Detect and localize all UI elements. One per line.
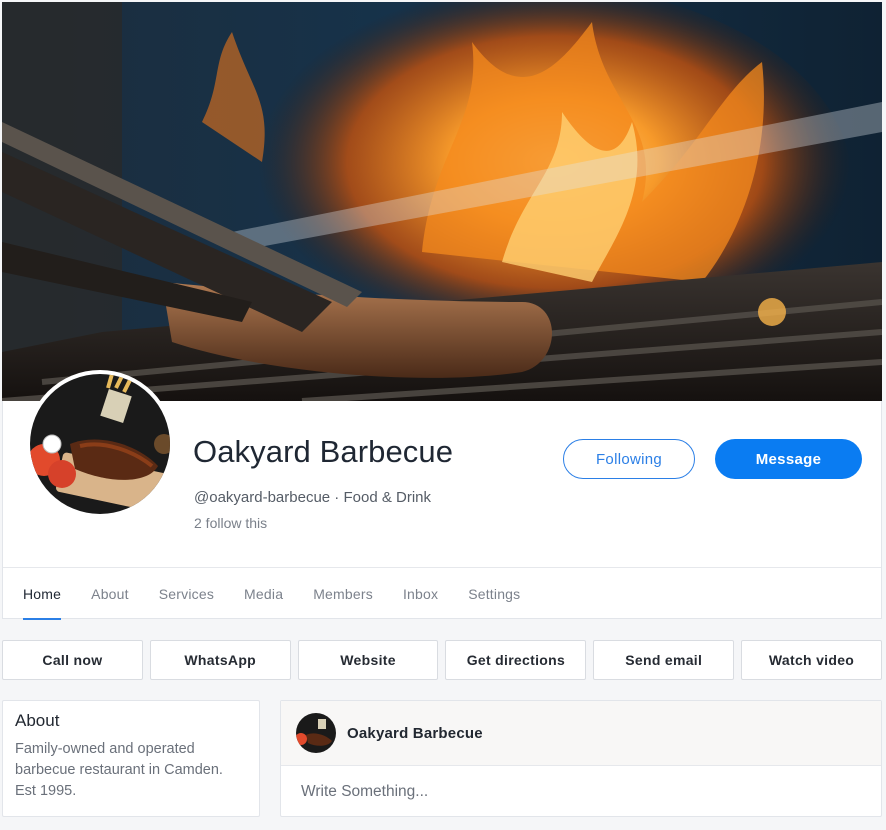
composer-header: Oakyard Barbecue xyxy=(281,701,881,766)
composer-avatar xyxy=(296,713,336,753)
tab-about[interactable]: About xyxy=(91,568,129,620)
action-bar: Call now WhatsApp Website Get directions… xyxy=(2,640,882,680)
get-directions-button[interactable]: Get directions xyxy=(445,640,587,680)
page-title: Oakyard Barbecue xyxy=(193,434,454,469)
whatsapp-button[interactable]: WhatsApp xyxy=(149,640,291,680)
profile-header: Oakyard Barbecue @oakyard-barbecue · Foo… xyxy=(2,370,882,620)
about-text: Family-owned and operated barbecue resta… xyxy=(15,741,223,799)
post-input[interactable]: Write Something... xyxy=(281,766,881,817)
send-email-button[interactable]: Send email xyxy=(593,640,735,680)
watch-video-button[interactable]: Watch video xyxy=(741,640,882,680)
composer-author: Oakyard Barbecue xyxy=(347,724,483,742)
tab-media[interactable]: Media xyxy=(244,568,283,620)
website-button[interactable]: Website xyxy=(297,640,439,680)
cover-photo xyxy=(2,2,882,401)
page-tabs: Home About Services Media Members Inbox … xyxy=(3,567,881,620)
tab-home[interactable]: Home xyxy=(23,568,62,620)
tab-inbox[interactable]: Inbox xyxy=(403,568,438,620)
page-handle-category: @oakyard-barbecue · Food & Drink xyxy=(194,489,431,506)
tab-settings[interactable]: Settings xyxy=(468,568,520,620)
tab-members[interactable]: Members xyxy=(313,568,373,620)
avatar[interactable] xyxy=(26,370,174,518)
call-now-button[interactable]: Call now xyxy=(2,640,143,680)
post-composer: Oakyard Barbecue Write Something... xyxy=(280,700,882,817)
message-button[interactable]: Message xyxy=(715,439,862,479)
about-title: About xyxy=(15,711,60,730)
follower-count: 2 follow this xyxy=(194,515,268,531)
tab-services[interactable]: Services xyxy=(159,568,214,620)
about-card: About Family-owned and operated barbecue… xyxy=(2,700,260,817)
following-button[interactable]: Following xyxy=(563,439,695,479)
